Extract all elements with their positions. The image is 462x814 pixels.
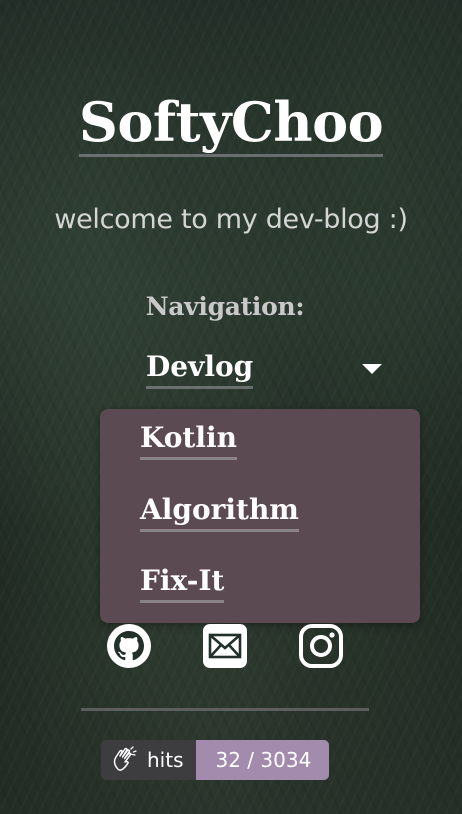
- navigation-select[interactable]: Devlog: [140, 344, 390, 394]
- site-title-link[interactable]: SoftyChoo: [78, 90, 384, 157]
- caret-down-icon[interactable]: [362, 364, 382, 374]
- tagline: welcome to my dev-blog :): [54, 204, 408, 235]
- hits-value: 32 / 3034: [215, 748, 312, 772]
- hits-label: hits: [147, 748, 184, 772]
- hits-label-section: hits: [101, 740, 196, 780]
- navigation-label: Navigation:: [145, 292, 305, 321]
- mail-icon[interactable]: [201, 622, 249, 670]
- clapping-hands-icon: [113, 746, 137, 771]
- navigation-selected-value[interactable]: Devlog: [146, 348, 254, 389]
- instagram-icon[interactable]: [297, 622, 345, 670]
- footer-divider: [81, 708, 369, 711]
- menu-item-algorithm[interactable]: Algorithm: [140, 491, 299, 532]
- navigation-dropdown-menu: Kotlin Algorithm Fix-It: [100, 409, 420, 623]
- menu-item-kotlin[interactable]: Kotlin: [140, 419, 237, 460]
- hits-value-section: 32 / 3034: [195, 740, 330, 780]
- menu-item-fix-it[interactable]: Fix-It: [140, 562, 225, 603]
- github-icon[interactable]: [105, 622, 153, 670]
- hits-counter-badge: hits 32 / 3034: [101, 740, 330, 780]
- social-links: [0, 622, 462, 672]
- site-header: SoftyChoo: [0, 86, 462, 158]
